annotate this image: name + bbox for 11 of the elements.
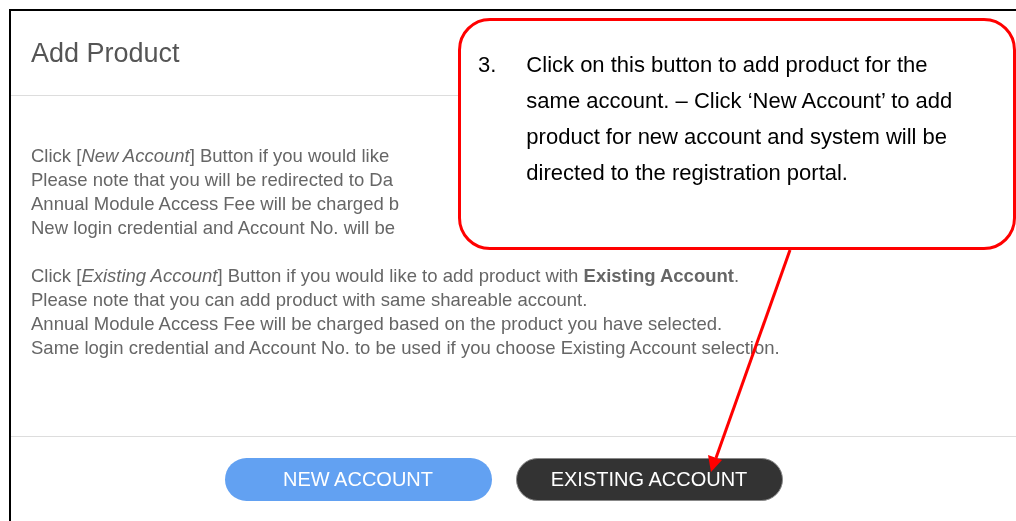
existing-account-button[interactable]: EXISTING ACCOUNT — [515, 457, 783, 501]
instruction-line: Please note that you will be redirected to Da — [31, 168, 393, 192]
instruction-line: Please note that you can add product with same shareable account. — [31, 288, 588, 312]
instruction-line: Annual Module Access Fee will be charged based on the product you have selected. — [31, 312, 723, 336]
callout-text: Click on this button to add product for the same account. – Click ‘New Account’ to add product for new account and system will be directed to the registration portal. — [526, 51, 954, 187]
dialog-title: Add Product — [31, 38, 180, 68]
instruction-line: Click [New Account] Button if you would like — [31, 144, 390, 168]
callout-number: 3. — [478, 51, 497, 79]
instruction-line: Annual Module Access Fee will be charged b — [31, 192, 400, 216]
instruction-line: New login credential and Account No. will be — [31, 216, 396, 240]
instruction-line: Click [Existing Account] Button if you would like to add product with Existing Account. — [31, 264, 740, 288]
